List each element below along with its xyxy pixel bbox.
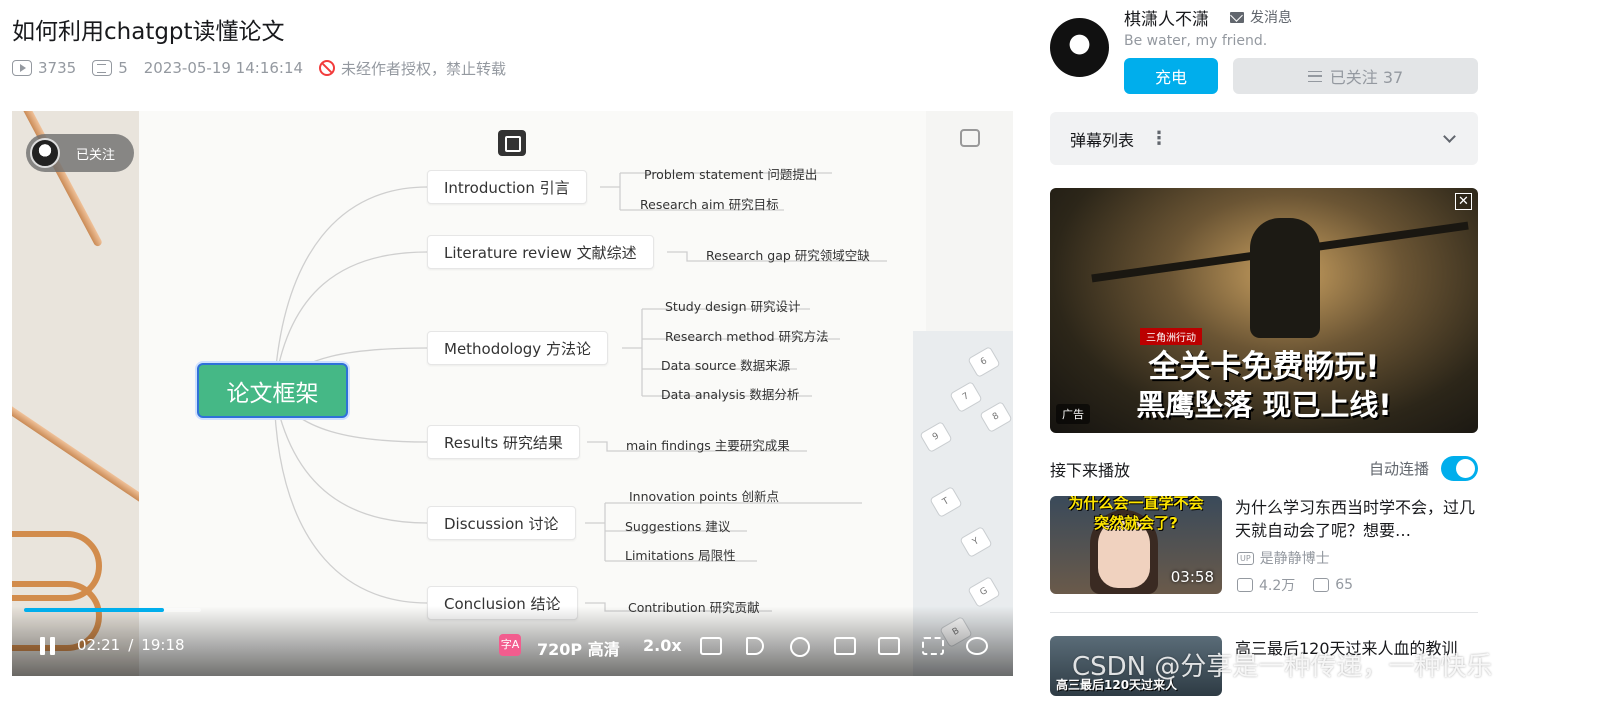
ad-banner[interactable]: 三角洲行动 全关卡免费畅玩! 黑鹰坠落 现已上线! 广告 ✕ bbox=[1050, 188, 1478, 433]
current-time: 02:21 bbox=[77, 636, 121, 654]
danmaku-icon bbox=[92, 60, 113, 76]
widescreen-icon[interactable] bbox=[878, 637, 900, 655]
danmaku-list-label: 弹幕列表 bbox=[1070, 130, 1135, 150]
soldier-graphic bbox=[1250, 218, 1320, 338]
send-message-label: 发消息 bbox=[1250, 10, 1292, 26]
avatar bbox=[30, 138, 60, 168]
mindmap-leaf: Data source 数据来源 bbox=[661, 358, 791, 373]
close-icon[interactable]: ✕ bbox=[1455, 193, 1472, 210]
total-time: 19:18 bbox=[141, 636, 185, 654]
prohibited-icon bbox=[319, 60, 336, 76]
uploader-signature: Be water, my friend. bbox=[1124, 33, 1268, 49]
menu-icon bbox=[1307, 70, 1322, 82]
pip-icon[interactable] bbox=[834, 637, 856, 655]
time-separator: / bbox=[128, 636, 134, 654]
exit-widescreen-icon[interactable] bbox=[498, 130, 526, 156]
uploader-avatar[interactable] bbox=[1050, 18, 1109, 77]
mindmap-leaf: Research gap 研究领域空缺 bbox=[706, 248, 870, 263]
settings-icon[interactable] bbox=[790, 637, 810, 657]
play-count-icon bbox=[12, 60, 32, 76]
publish-date: 2023-05-19 14:16:14 bbox=[143, 59, 304, 77]
thumbnail-caption: 为什么会一直学不会 bbox=[1068, 496, 1204, 512]
progress-bar[interactable] bbox=[24, 608, 201, 612]
screenshot-icon[interactable] bbox=[960, 129, 980, 147]
uploader-follow-badge[interactable]: 已关注 bbox=[26, 134, 134, 172]
web-fullscreen-icon[interactable] bbox=[922, 637, 944, 655]
video-title-link[interactable]: 为什么学习东西当时学不会，过几天就自动会了呢？想要… bbox=[1235, 496, 1478, 542]
followed-label: 已关注 37 bbox=[1329, 68, 1404, 87]
charge-button[interactable]: 充电 bbox=[1124, 58, 1218, 94]
mindmap-leaf: Research aim 研究目标 bbox=[640, 197, 779, 212]
follow-badge-label: 已关注 bbox=[76, 147, 116, 163]
autoplay-toggle[interactable] bbox=[1441, 456, 1478, 481]
ad-badge: 广告 bbox=[1056, 404, 1090, 424]
mindmap-leaf: Suggestions 建议 bbox=[625, 519, 731, 534]
copyright-text: 未经作者授权，禁止转载 bbox=[341, 59, 507, 78]
send-message-link[interactable]: 发消息 bbox=[1230, 7, 1292, 27]
speed-button[interactable]: 2.0x bbox=[643, 636, 682, 655]
video-duration: 03:58 bbox=[1170, 568, 1214, 586]
danmaku-count-value: 5 bbox=[118, 59, 128, 77]
watermark: CSDN @分享是一种传递，一种快乐 bbox=[1072, 652, 1493, 682]
mindmap-leaf: Research method 研究方法 bbox=[665, 329, 829, 344]
video-author[interactable]: UP 是静静博士 bbox=[1237, 548, 1330, 568]
play-count-icon bbox=[1237, 578, 1253, 592]
view-count: 3735 bbox=[12, 59, 76, 77]
ai-subtitle-icon[interactable]: 字A bbox=[499, 634, 521, 656]
copyright-notice: 未经作者授权，禁止转载 bbox=[319, 58, 506, 79]
ad-headline: 全关卡免费畅玩! bbox=[1148, 349, 1380, 385]
video-player[interactable]: 6 7 8 9 T Y G B 论文框架 Introduction 引言 Pro… bbox=[12, 111, 1013, 676]
mindmap-leaf: Data analysis 数据分析 bbox=[661, 387, 800, 402]
views-value: 4.2万 bbox=[1259, 578, 1296, 594]
more-icon[interactable]: ⋮ bbox=[1150, 128, 1168, 149]
divider bbox=[1050, 612, 1478, 613]
mindmap-root: 论文框架 bbox=[197, 363, 348, 418]
mail-icon bbox=[1230, 11, 1244, 23]
pause-icon[interactable] bbox=[40, 637, 56, 655]
time-display: 02:21 / 19:18 bbox=[77, 636, 185, 654]
mindmap-node-discussion: Discussion 讨论 bbox=[427, 506, 576, 540]
mindmap-node-literature-review: Literature review 文献综述 bbox=[427, 235, 654, 269]
danmaku-icon bbox=[1313, 578, 1330, 592]
danmaku-value: 65 bbox=[1335, 577, 1354, 593]
followed-button[interactable]: 已关注 37 bbox=[1233, 58, 1478, 94]
author-name: 是静静博士 bbox=[1259, 551, 1330, 567]
mindmap-leaf: Innovation points 创新点 bbox=[629, 489, 780, 504]
up-next-heading: 接下来播放 bbox=[1050, 461, 1131, 480]
video-title: 如何利用chatgpt读懂论文 bbox=[12, 19, 285, 45]
danmaku-list-panel[interactable]: 弹幕列表 ⋮ bbox=[1050, 112, 1478, 165]
mindmap-leaf: main findings 主要研究成果 bbox=[626, 438, 790, 453]
mindmap-node-results: Results 研究结果 bbox=[427, 425, 580, 459]
mindmap-leaf: Study design 研究设计 bbox=[665, 299, 801, 314]
mindmap-leaf: Problem statement 问题提出 bbox=[644, 167, 818, 182]
video-stats: 4.2万 65 bbox=[1237, 575, 1353, 595]
chevron-down-icon[interactable] bbox=[1443, 130, 1456, 143]
mindmap-node-methodology: Methodology 方法论 bbox=[427, 331, 608, 365]
fullscreen-icon[interactable] bbox=[966, 637, 988, 655]
view-count-value: 3735 bbox=[38, 59, 77, 77]
mindmap-leaf: Limitations 局限性 bbox=[625, 548, 736, 563]
uploader-name[interactable]: 棋潇人不潇 bbox=[1124, 5, 1209, 30]
quality-button[interactable]: 720P 高清 bbox=[537, 636, 620, 660]
mindmap-node-introduction: Introduction 引言 bbox=[427, 170, 587, 204]
autoplay-label: 自动连播 bbox=[1369, 460, 1430, 478]
danmaku-toggle-icon[interactable] bbox=[700, 637, 722, 655]
video-meta: 3735 5 2023-05-19 14:16:14 未经作者授权，禁止转载 bbox=[12, 58, 522, 78]
thumbnail-caption: 突然就会了? bbox=[1094, 514, 1178, 532]
up-badge-icon: UP bbox=[1237, 551, 1254, 565]
ad-subheadline: 黑鹰坠落 现已上线! bbox=[1136, 388, 1392, 422]
danmaku-count: 5 bbox=[92, 59, 128, 77]
video-thumbnail[interactable]: 为什么会一直学不会 突然就会了? 03:58 bbox=[1050, 496, 1222, 594]
volume-icon[interactable] bbox=[746, 637, 764, 655]
progress-fill bbox=[24, 608, 165, 612]
